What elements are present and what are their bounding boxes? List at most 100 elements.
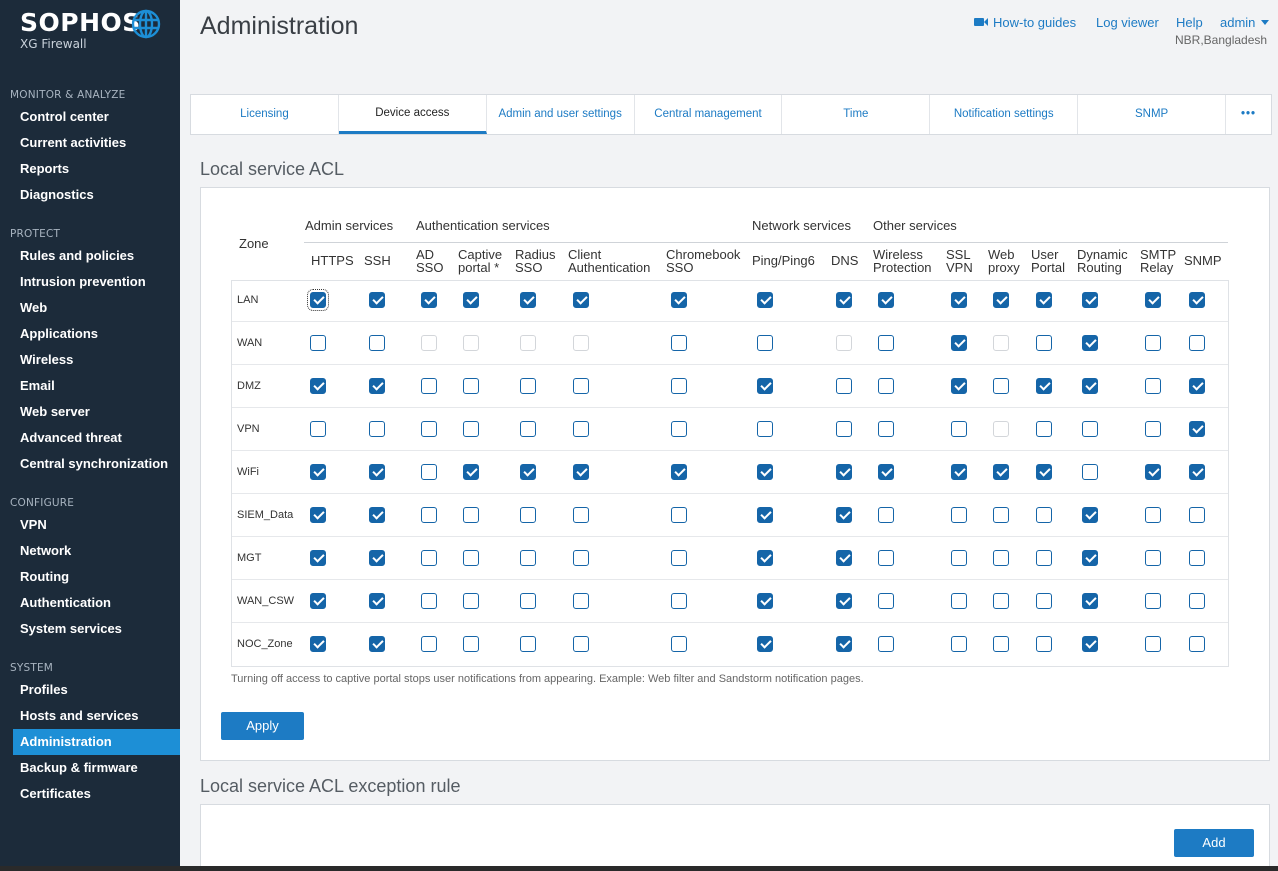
acl-checkbox[interactable] xyxy=(671,507,687,523)
acl-checkbox[interactable] xyxy=(1145,421,1161,437)
acl-checkbox[interactable] xyxy=(951,593,967,609)
sidebar-item-diagnostics[interactable]: Diagnostics xyxy=(20,187,94,202)
acl-checkbox[interactable] xyxy=(307,289,329,311)
acl-checkbox[interactable] xyxy=(836,593,852,609)
acl-checkbox[interactable] xyxy=(421,378,437,394)
acl-checkbox[interactable] xyxy=(1036,507,1052,523)
acl-checkbox[interactable] xyxy=(1082,292,1098,308)
sidebar-item-system-services[interactable]: System services xyxy=(20,621,122,636)
sidebar-item-routing[interactable]: Routing xyxy=(20,569,69,584)
apply-button[interactable]: Apply xyxy=(221,712,304,740)
acl-checkbox[interactable] xyxy=(310,464,326,480)
acl-checkbox[interactable] xyxy=(463,292,479,308)
acl-checkbox[interactable] xyxy=(878,378,894,394)
acl-checkbox[interactable] xyxy=(520,421,536,437)
acl-checkbox[interactable] xyxy=(993,593,1009,609)
acl-checkbox[interactable] xyxy=(836,507,852,523)
sidebar-item-advanced-threat[interactable]: Advanced threat xyxy=(20,430,122,445)
acl-checkbox[interactable] xyxy=(1036,292,1052,308)
acl-checkbox[interactable] xyxy=(993,550,1009,566)
sidebar-item-network[interactable]: Network xyxy=(20,543,71,558)
tab-more[interactable]: ••• xyxy=(1226,95,1271,134)
acl-checkbox[interactable] xyxy=(310,507,326,523)
acl-checkbox[interactable] xyxy=(573,378,589,394)
acl-checkbox[interactable] xyxy=(1082,550,1098,566)
sidebar-item-hosts-and-services[interactable]: Hosts and services xyxy=(20,708,139,723)
acl-checkbox[interactable] xyxy=(1189,421,1205,437)
help-link[interactable]: Help xyxy=(1176,15,1203,30)
acl-checkbox[interactable] xyxy=(1189,593,1205,609)
acl-checkbox[interactable] xyxy=(878,464,894,480)
acl-checkbox[interactable] xyxy=(310,550,326,566)
acl-checkbox[interactable] xyxy=(1189,550,1205,566)
acl-checkbox[interactable] xyxy=(1145,464,1161,480)
acl-checkbox[interactable] xyxy=(993,292,1009,308)
acl-checkbox[interactable] xyxy=(951,550,967,566)
sidebar-item-applications[interactable]: Applications xyxy=(20,326,98,341)
acl-checkbox[interactable] xyxy=(369,464,385,480)
acl-checkbox[interactable] xyxy=(757,593,773,609)
acl-checkbox[interactable] xyxy=(1189,378,1205,394)
acl-checkbox[interactable] xyxy=(836,464,852,480)
sidebar-item-backup-firmware[interactable]: Backup & firmware xyxy=(20,760,138,775)
acl-checkbox[interactable] xyxy=(671,636,687,652)
add-button[interactable]: Add xyxy=(1174,829,1254,857)
acl-checkbox[interactable] xyxy=(951,507,967,523)
acl-checkbox[interactable] xyxy=(369,636,385,652)
sidebar-item-current-activities[interactable]: Current activities xyxy=(20,135,126,150)
sidebar-item-profiles[interactable]: Profiles xyxy=(20,682,68,697)
acl-checkbox[interactable] xyxy=(463,378,479,394)
acl-checkbox[interactable] xyxy=(369,378,385,394)
log-viewer-link[interactable]: Log viewer xyxy=(1096,15,1159,30)
acl-checkbox[interactable] xyxy=(1145,507,1161,523)
acl-checkbox[interactable] xyxy=(1082,335,1098,351)
acl-checkbox[interactable] xyxy=(757,636,773,652)
tab-device-access[interactable]: Device access xyxy=(338,95,487,134)
acl-checkbox[interactable] xyxy=(1036,378,1052,394)
acl-checkbox[interactable] xyxy=(1145,378,1161,394)
tab-notification-settings[interactable]: Notification settings xyxy=(930,95,1079,134)
acl-checkbox[interactable] xyxy=(1145,292,1161,308)
sidebar-item-administration[interactable]: Administration xyxy=(13,729,180,755)
acl-checkbox[interactable] xyxy=(421,507,437,523)
acl-checkbox[interactable] xyxy=(520,292,536,308)
acl-checkbox[interactable] xyxy=(671,593,687,609)
sidebar-item-rules-and-policies[interactable]: Rules and policies xyxy=(20,248,134,263)
acl-checkbox[interactable] xyxy=(993,464,1009,480)
acl-checkbox[interactable] xyxy=(1036,335,1052,351)
acl-checkbox[interactable] xyxy=(421,550,437,566)
acl-checkbox[interactable] xyxy=(310,378,326,394)
acl-checkbox[interactable] xyxy=(463,550,479,566)
acl-checkbox[interactable] xyxy=(1036,464,1052,480)
acl-checkbox[interactable] xyxy=(1189,292,1205,308)
acl-checkbox[interactable] xyxy=(951,378,967,394)
acl-checkbox[interactable] xyxy=(951,636,967,652)
sidebar-item-intrusion-prevention[interactable]: Intrusion prevention xyxy=(20,274,146,289)
acl-checkbox[interactable] xyxy=(757,507,773,523)
sidebar-item-web-server[interactable]: Web server xyxy=(20,404,90,419)
acl-checkbox[interactable] xyxy=(421,464,437,480)
acl-checkbox[interactable] xyxy=(878,335,894,351)
acl-checkbox[interactable] xyxy=(421,292,437,308)
acl-checkbox[interactable] xyxy=(757,550,773,566)
acl-checkbox[interactable] xyxy=(369,421,385,437)
acl-checkbox[interactable] xyxy=(671,421,687,437)
acl-checkbox[interactable] xyxy=(1145,593,1161,609)
user-menu[interactable]: admin xyxy=(1220,15,1270,30)
sidebar-item-central-synchronization[interactable]: Central synchronization xyxy=(20,456,168,471)
acl-checkbox[interactable] xyxy=(671,335,687,351)
how-to-guides-link[interactable]: How-to guides xyxy=(974,15,1076,30)
acl-checkbox[interactable] xyxy=(463,464,479,480)
acl-checkbox[interactable] xyxy=(671,464,687,480)
acl-checkbox[interactable] xyxy=(310,636,326,652)
acl-checkbox[interactable] xyxy=(1145,636,1161,652)
acl-checkbox[interactable] xyxy=(310,421,326,437)
acl-checkbox[interactable] xyxy=(1189,464,1205,480)
sidebar-item-vpn[interactable]: VPN xyxy=(20,517,47,532)
acl-checkbox[interactable] xyxy=(573,507,589,523)
acl-checkbox[interactable] xyxy=(369,593,385,609)
acl-checkbox[interactable] xyxy=(573,421,589,437)
acl-checkbox[interactable] xyxy=(993,507,1009,523)
acl-checkbox[interactable] xyxy=(951,292,967,308)
acl-checkbox[interactable] xyxy=(310,593,326,609)
